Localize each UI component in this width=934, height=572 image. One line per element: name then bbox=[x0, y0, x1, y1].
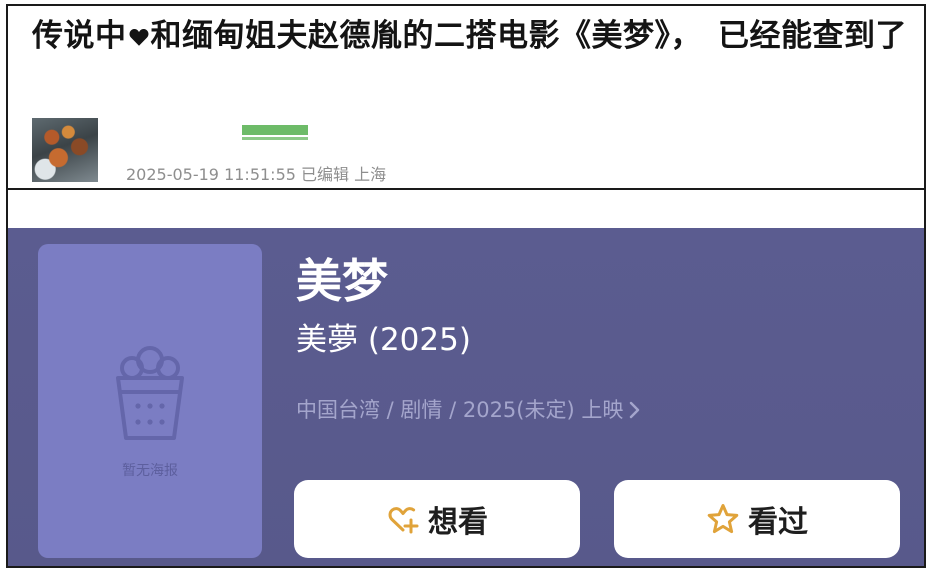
author-badge-stripe bbox=[242, 125, 308, 135]
movie-poster-placeholder[interactable]: 暂无海报 bbox=[38, 244, 262, 558]
article-header: 传说中 和缅甸姐夫赵德胤的二搭电影《美梦》， 已经能查到了 2025-05-19 … bbox=[8, 6, 924, 190]
headline-text-end: 和缅甸姐夫赵德胤的二搭电影《美梦》， 已经能查到了 bbox=[150, 18, 907, 54]
heart-plus-icon bbox=[388, 507, 419, 534]
poster-placeholder-text: 暂无海报 bbox=[122, 463, 178, 479]
headline-text-start: 传说中 bbox=[32, 18, 127, 54]
movie-meta-link[interactable]: 中国台湾 / 剧情 / 2025(未定) 上映 bbox=[296, 396, 641, 424]
star-icon bbox=[707, 504, 739, 534]
watched-button[interactable]: 看过 bbox=[614, 480, 900, 558]
movie-title: 美梦 bbox=[296, 254, 388, 308]
heart-icon bbox=[129, 29, 148, 46]
article-headline: 传说中 和缅甸姐夫赵德胤的二搭电影《美梦》， 已经能查到了 bbox=[32, 14, 912, 58]
movie-card: 暂无海报 美梦 美夢 (2025) 中国台湾 / 剧情 / 2025(未定) 上… bbox=[8, 228, 924, 566]
movie-meta-text: 中国台湾 / 剧情 / 2025(未定) 上映 bbox=[296, 398, 624, 422]
chevron-right-icon bbox=[630, 401, 640, 419]
author-name-redacted[interactable] bbox=[242, 125, 308, 143]
post-meta: 2025-05-19 11:51:55 已编辑 上海 bbox=[126, 165, 387, 184]
popcorn-icon bbox=[116, 346, 184, 440]
author-avatar[interactable] bbox=[32, 118, 98, 182]
screenshot-frame: 传说中 和缅甸姐夫赵德胤的二搭电影《美梦》， 已经能查到了 2025-05-19 … bbox=[6, 4, 926, 568]
watched-label: 看过 bbox=[748, 505, 808, 540]
want-to-watch-button[interactable]: 想看 bbox=[294, 480, 580, 558]
movie-original-title: 美夢 (2025) bbox=[296, 322, 471, 358]
want-to-watch-label: 想看 bbox=[428, 505, 488, 540]
author-badge-underline bbox=[242, 137, 308, 140]
